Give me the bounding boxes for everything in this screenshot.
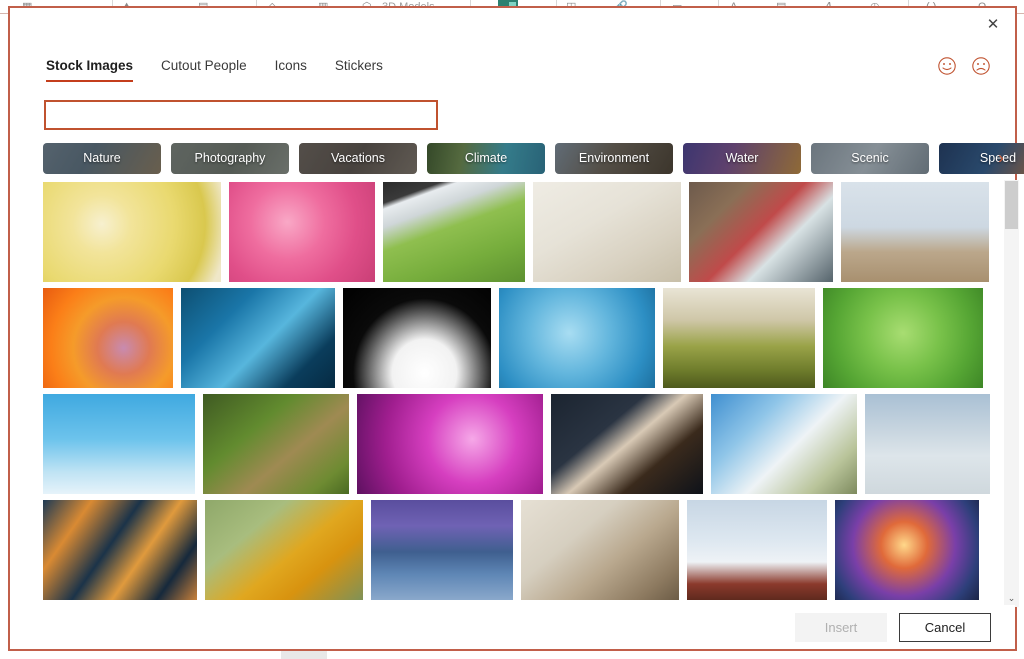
tab-icons[interactable]: Icons <box>261 54 321 82</box>
grid-row <box>43 182 989 282</box>
scrollbar-thumb[interactable] <box>1005 181 1018 229</box>
dialog-tabbar: Stock Images Cutout People Icons Sticker… <box>46 54 397 82</box>
category-chip-speed[interactable]: Speed <box>939 142 1024 174</box>
image-thumbnail-students-library[interactable] <box>521 500 679 600</box>
image-thumbnail-lemon-slice[interactable] <box>43 182 221 282</box>
chip-label: Water <box>725 151 759 165</box>
image-thumbnail-pink-hydrangea[interactable] <box>229 182 375 282</box>
image-thumbnail-blue-bubbles[interactable] <box>499 288 655 388</box>
category-chip-water[interactable]: Water <box>683 142 801 174</box>
image-thumbnail-woman-in-rain[interactable] <box>205 500 363 600</box>
dialog-footer: Insert Cancel <box>10 605 1015 649</box>
category-chip-vacations[interactable]: Vacations <box>299 142 417 174</box>
image-thumbnail-building-facade[interactable] <box>43 500 197 600</box>
image-thumbnail-flying-bird[interactable] <box>841 182 989 282</box>
grid-row <box>43 394 990 494</box>
category-chip-scenic[interactable]: Scenic <box>811 142 929 174</box>
chevron-right-icon[interactable]: › <box>992 148 1010 168</box>
cancel-button[interactable]: Cancel <box>899 612 991 642</box>
smiley-face-icon[interactable] <box>937 56 957 76</box>
insert-button[interactable]: Insert <box>795 612 887 642</box>
image-thumbnail-tug-of-war[interactable] <box>711 394 857 494</box>
image-thumbnail-horses-on-beach[interactable] <box>865 394 990 494</box>
image-thumbnail-paintbrush-wood[interactable] <box>689 182 833 282</box>
chip-label: Climate <box>464 151 508 165</box>
stock-images-dialog: ✕ Stock Images Cutout People Icons Stick… <box>8 6 1024 651</box>
grid-scrollbar[interactable]: ⌄ <box>1004 180 1019 607</box>
chip-label: Nature <box>83 151 121 165</box>
image-thumbnail-sailboat-lake[interactable] <box>371 500 513 600</box>
category-chips-row: Nature Photography Vacations Climate Environ… <box>43 142 1024 174</box>
image-results-grid <box>43 182 990 607</box>
search-input[interactable] <box>44 100 438 130</box>
category-chip-nature[interactable]: Nature <box>43 142 161 174</box>
tab-cutout-people[interactable]: Cutout People <box>147 54 261 82</box>
close-icon[interactable]: ✕ <box>979 12 1007 36</box>
image-thumbnail-blueprint-desk[interactable] <box>533 182 681 282</box>
category-chip-environment[interactable]: Environment <box>555 142 673 174</box>
search-field-wrapper <box>44 100 438 130</box>
chip-label: Photography <box>194 151 266 165</box>
image-thumbnail-magenta-bokeh[interactable] <box>357 394 543 494</box>
chip-label: Environment <box>578 151 650 165</box>
frowny-face-icon[interactable] <box>971 56 991 76</box>
tab-stock-images[interactable]: Stock Images <box>46 54 147 82</box>
chip-label: Vacations <box>331 151 385 165</box>
image-thumbnail-pea-pods[interactable] <box>823 288 983 388</box>
image-thumbnail-golf-glove-ball[interactable] <box>383 182 525 282</box>
image-thumbnail-microscope-slide[interactable] <box>181 288 335 388</box>
image-thumbnail-magnifier-citylights[interactable] <box>835 500 979 600</box>
image-thumbnail-birds-on-wire[interactable] <box>43 394 195 494</box>
image-thumbnail-camping-tent[interactable] <box>663 288 815 388</box>
image-thumbnail-cat-in-grass[interactable] <box>203 394 349 494</box>
image-thumbnail-businessman-watch[interactable] <box>551 394 703 494</box>
grid-row <box>43 288 983 388</box>
chip-label: Scenic <box>851 151 889 165</box>
category-chip-climate[interactable]: Climate <box>427 142 545 174</box>
image-thumbnail-nautilus-shell[interactable] <box>43 288 173 388</box>
grid-row <box>43 500 979 600</box>
category-chip-photography[interactable]: Photography <box>171 142 289 174</box>
feedback-icons-group <box>937 56 991 76</box>
image-thumbnail-golden-gate-bridge[interactable] <box>687 500 827 600</box>
image-thumbnail-swan-cygnet[interactable] <box>343 288 491 388</box>
tab-stickers[interactable]: Stickers <box>321 54 397 82</box>
